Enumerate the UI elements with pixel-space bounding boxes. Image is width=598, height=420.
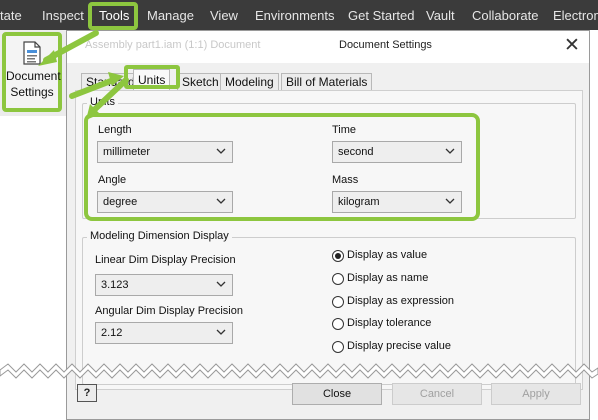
radio-label: Display tolerance bbox=[347, 317, 432, 329]
ribbon-tab-environments[interactable]: Environments bbox=[255, 0, 334, 30]
angular-precision-value: 2.12 bbox=[101, 327, 123, 339]
units-group-highlight bbox=[84, 113, 480, 221]
radio-label: Display as expression bbox=[347, 295, 454, 307]
document-settings-label: Document Settings bbox=[6, 69, 61, 99]
document-settings-button[interactable]: Document Settings bbox=[2, 32, 62, 112]
radio-button[interactable] bbox=[332, 250, 344, 262]
dialog-title: Document Settings bbox=[339, 39, 432, 51]
linear-precision-label: Linear Dim Display Precision bbox=[95, 254, 236, 266]
ribbon-tab-collaborate[interactable]: Collaborate bbox=[472, 0, 539, 30]
close-icon[interactable]: ✕ bbox=[561, 35, 583, 57]
ribbon-tab-create[interactable]: tate bbox=[0, 0, 22, 30]
radio-label: Display as value bbox=[347, 249, 428, 261]
ribbon-tab-view[interactable]: View bbox=[210, 0, 238, 30]
ribbon-tab-inspect[interactable]: Inspect bbox=[42, 0, 84, 30]
radio-label: Display as name bbox=[347, 272, 429, 284]
radio-button[interactable] bbox=[332, 296, 344, 308]
document-settings-icon bbox=[23, 41, 41, 65]
angular-precision-select[interactable]: 2.12 bbox=[95, 322, 233, 344]
ribbon-tab-vault[interactable]: Vault bbox=[426, 0, 455, 30]
close-button[interactable]: Close bbox=[292, 383, 382, 405]
tab-sketch[interactable]: Sketch bbox=[177, 73, 224, 91]
help-button[interactable]: ? bbox=[77, 384, 97, 402]
tools-tab-highlight bbox=[88, 2, 138, 30]
cancel-button[interactable]: Cancel bbox=[392, 383, 482, 405]
ribbon-tab-manage[interactable]: Manage bbox=[147, 0, 194, 30]
linear-precision-select[interactable]: 3.123 bbox=[95, 274, 233, 296]
tab-modeling[interactable]: Modeling bbox=[220, 73, 279, 91]
radio-selected-dot bbox=[335, 253, 341, 259]
modeling-dimension-group-title: Modeling Dimension Display bbox=[87, 230, 232, 242]
apply-button[interactable]: Apply bbox=[491, 383, 581, 405]
radio-button[interactable] bbox=[332, 318, 344, 330]
tab-bill-of-materials[interactable]: Bill of Materials bbox=[281, 73, 373, 91]
dialog-title-faded: Assembly part1.iam (1:1) Document bbox=[85, 39, 261, 51]
ribbon-tab-get-started[interactable]: Get Started bbox=[348, 0, 414, 30]
radio-label: Display precise value bbox=[347, 340, 451, 352]
units-tab-highlight bbox=[124, 65, 180, 89]
units-group-title: Units bbox=[87, 96, 119, 108]
chevron-down-icon bbox=[216, 329, 226, 335]
ribbon-tab-electromechanical[interactable]: Electrom bbox=[553, 0, 598, 30]
linear-precision-value: 3.123 bbox=[101, 279, 129, 291]
screenshot: tate Inspect Tools Manage View Environme… bbox=[0, 0, 598, 420]
dialog-titlebar: Assembly part1.iam (1:1) Document Docume… bbox=[67, 31, 589, 63]
torn-edge bbox=[0, 363, 598, 379]
angular-precision-label: Angular Dim Display Precision bbox=[95, 305, 243, 317]
chevron-down-icon bbox=[216, 281, 226, 287]
radio-button[interactable] bbox=[332, 273, 344, 285]
